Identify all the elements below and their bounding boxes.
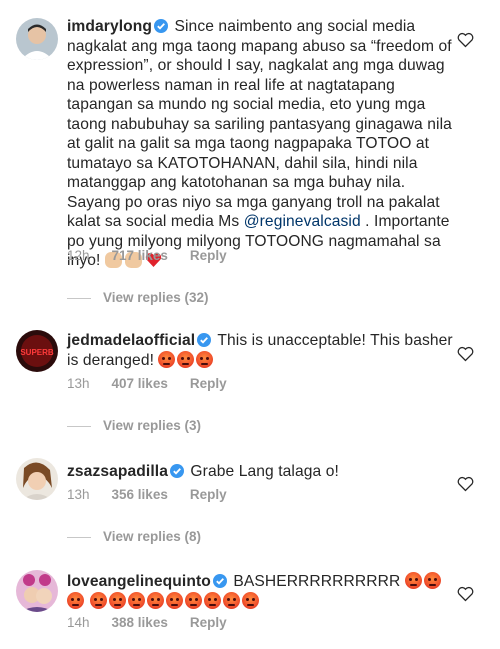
comment-meta: 13h 407 likes Reply bbox=[67, 376, 249, 391]
angry-face-emoji bbox=[185, 591, 203, 609]
timestamp: 13h bbox=[67, 487, 90, 502]
likes-count[interactable]: 388 likes bbox=[112, 615, 168, 630]
username[interactable]: zsazsapadilla bbox=[67, 463, 168, 480]
angry-face-emoji bbox=[177, 350, 195, 368]
mention-link[interactable]: @reginevalcasid bbox=[244, 213, 361, 230]
avatar[interactable] bbox=[16, 570, 58, 612]
verified-badge-icon bbox=[212, 574, 227, 588]
username[interactable]: loveangelinequinto bbox=[67, 573, 211, 590]
comment-body: Since naimbento ang social media nagkala… bbox=[67, 18, 452, 230]
divider-line bbox=[67, 297, 91, 299]
likes-count[interactable]: 356 likes bbox=[112, 487, 168, 502]
angry-face-emoji bbox=[158, 350, 176, 368]
verified-badge-icon bbox=[197, 333, 212, 347]
angry-face-emoji bbox=[196, 350, 214, 368]
timestamp: 14h bbox=[67, 615, 90, 630]
verified-badge-icon bbox=[154, 19, 169, 33]
divider-line bbox=[67, 536, 91, 538]
comment-text: loveangelinequinto BASHERRRRRRRRRR bbox=[67, 572, 457, 611]
avatar-logo-text: SUPERB bbox=[20, 348, 54, 357]
avatar[interactable] bbox=[16, 18, 58, 60]
timestamp: 12h bbox=[67, 248, 90, 263]
view-replies-label[interactable]: View replies (8) bbox=[103, 529, 201, 544]
angry-face-emoji bbox=[242, 591, 260, 609]
verified-badge-icon bbox=[169, 464, 184, 478]
heart-outline-icon[interactable] bbox=[457, 586, 474, 602]
comment-text: jedmadelaofficial This is unacceptable! … bbox=[67, 331, 457, 370]
comment-meta: 13h 356 likes Reply bbox=[67, 487, 249, 502]
heart-outline-icon[interactable] bbox=[457, 32, 474, 48]
view-replies-label[interactable]: View replies (3) bbox=[103, 418, 201, 433]
view-replies-button[interactable]: View replies (32) bbox=[67, 290, 209, 305]
reply-button[interactable]: Reply bbox=[190, 615, 227, 630]
heart-outline-icon[interactable] bbox=[457, 476, 474, 492]
username[interactable]: imdarylong bbox=[67, 18, 152, 35]
divider-line bbox=[67, 425, 91, 427]
comment-meta: 12h 717 likes Reply bbox=[67, 248, 249, 263]
comment-meta: 14h 388 likes Reply bbox=[67, 615, 249, 630]
likes-count[interactable]: 407 likes bbox=[112, 376, 168, 391]
comment-body: BASHERRRRRRRRRR bbox=[233, 573, 401, 590]
timestamp: 13h bbox=[67, 376, 90, 391]
comment-body: Grabe Lang talaga o! bbox=[190, 463, 339, 480]
angry-face-emoji bbox=[404, 572, 422, 589]
angry-face-emoji bbox=[109, 591, 127, 609]
likes-count[interactable]: 717 likes bbox=[112, 248, 168, 263]
angry-face-emoji bbox=[204, 591, 222, 609]
heart-outline-icon[interactable] bbox=[457, 346, 474, 362]
angry-face-emoji bbox=[223, 591, 241, 609]
angry-face-emoji bbox=[423, 572, 441, 589]
avatar[interactable] bbox=[16, 458, 58, 500]
reply-button[interactable]: Reply bbox=[190, 376, 227, 391]
view-replies-button[interactable]: View replies (8) bbox=[67, 529, 201, 544]
comment-text: imdarylong Since naimbento ang social me… bbox=[67, 17, 457, 271]
view-replies-button[interactable]: View replies (3) bbox=[67, 418, 201, 433]
reply-button[interactable]: Reply bbox=[190, 248, 227, 263]
username[interactable]: jedmadelaofficial bbox=[67, 332, 195, 349]
angry-face-emoji bbox=[147, 591, 165, 609]
angry-face-emoji bbox=[67, 591, 84, 609]
angry-face-emoji bbox=[128, 591, 146, 609]
angry-face-emoji bbox=[90, 591, 108, 609]
avatar[interactable]: SUPERB bbox=[16, 330, 58, 372]
comment-text: zsazsapadilla Grabe Lang talaga o! bbox=[67, 462, 457, 482]
reply-button[interactable]: Reply bbox=[190, 487, 227, 502]
view-replies-label[interactable]: View replies (32) bbox=[103, 290, 209, 305]
angry-face-emoji bbox=[166, 591, 184, 609]
